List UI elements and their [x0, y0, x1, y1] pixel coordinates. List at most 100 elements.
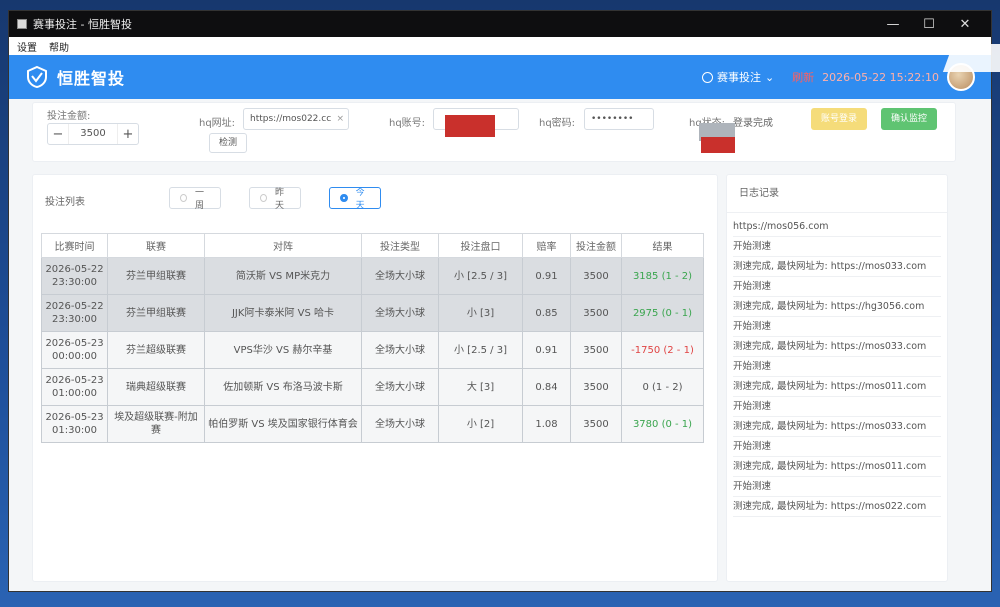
account-label: hq账号: [389, 118, 426, 129]
log-entry: 测速完成, 最快网址为: https://hg3056.com [733, 297, 941, 317]
password-label: hq密码: [539, 118, 576, 129]
cell-type: 全场大小球 [361, 405, 439, 443]
cell-amount: 3500 [570, 368, 622, 406]
cell-amount: 3500 [570, 405, 622, 443]
settings-panel: 投注金额: − 3500 + hq网址: https://mos022.cc ×… [32, 102, 956, 162]
app-icon [17, 19, 27, 29]
cell-result: 0 (1 - 2) [621, 368, 704, 406]
menu-help[interactable]: 帮助 [49, 39, 69, 54]
cell-time: 2026-05-23 01:00:00 [41, 368, 108, 406]
minimize-button[interactable]: — [875, 17, 911, 32]
column-header: 比赛时间 [41, 233, 108, 258]
menu-settings[interactable]: 设置 [17, 39, 37, 54]
table-row: 2026-05-23 01:30:00 埃及超级联赛-附加赛 帕伯罗斯 VS 埃及国… [41, 405, 704, 443]
cell-result: 3185 (1 - 2) [621, 257, 704, 295]
cell-match: 帕伯罗斯 VS 埃及国家银行体育会 [204, 405, 362, 443]
check-button[interactable]: 检测 [209, 133, 247, 153]
list-title: 投注列表 [45, 197, 85, 208]
login-button[interactable]: 账号登录 [811, 108, 867, 130]
log-entry: 开始测速 [733, 397, 941, 417]
log-entry: 测速完成, 最快网址为: https://mos011.com [733, 377, 941, 397]
password-input[interactable]: •••••••• [584, 108, 654, 130]
cell-match: JJK阿卡泰米阿 VS 哈卡 [204, 294, 362, 332]
table-row: 2026-05-22 23:30:00 芬兰甲组联赛 简沃斯 VS MP米克力 全场大… [41, 257, 704, 295]
redaction-mark [701, 137, 735, 153]
user-icon [701, 71, 713, 83]
cell-league: 芬兰超级联赛 [107, 331, 205, 369]
log-panel: 日志记录 https://mos056.com 开始测速 测速完成, 最快网址为: … [726, 174, 948, 582]
cell-handicap: 小 [2.5 / 3] [438, 257, 523, 295]
cell-handicap: 大 [3] [438, 368, 523, 406]
cell-type: 全场大小球 [361, 257, 439, 295]
app-header: 恒胜智投 赛事投注 ⌄ 刷新 2026-05-22 15:22:10 [9, 55, 991, 99]
filter-today[interactable]: 今天 [329, 187, 381, 211]
log-entry: 开始测速 [733, 357, 941, 377]
radio-icon [260, 194, 267, 202]
amount-label: 投注金额: [47, 111, 91, 122]
maximize-button[interactable]: ☐ [911, 17, 947, 32]
cell-handicap: 小 [2.5 / 3] [438, 331, 523, 369]
table-row: 2026-05-23 00:00:00 芬兰超级联赛 VPS华沙 VS 赫尔辛基 全场… [41, 331, 704, 369]
redaction-mark [445, 115, 495, 137]
filter-week[interactable]: 一周 [169, 187, 221, 211]
password-value: •••••••• [591, 114, 634, 124]
cell-match: 简沃斯 VS MP米克力 [204, 257, 362, 295]
cell-odds: 0.91 [522, 331, 571, 369]
table-header-row: 比赛时间 联赛 对阵 投注类型 投注盘口 赔率 投注金额 结果 [41, 233, 704, 258]
table-row: 2026-05-23 01:00:00 瑞典超级联赛 佐加顿斯 VS 布洛马波卡斯全… [41, 368, 704, 406]
radio-icon [180, 194, 187, 202]
clear-icon[interactable]: × [336, 109, 344, 129]
menu-bar: 设置 帮助 [9, 37, 991, 55]
column-header: 投注类型 [361, 233, 439, 258]
cell-amount: 3500 [570, 257, 622, 295]
cell-odds: 1.08 [522, 405, 571, 443]
log-entry: 测速完成, 最快网址为: https://mos033.com [733, 257, 941, 277]
window-title: 赛事投注 - 恒胜智投 [33, 18, 132, 31]
cell-amount: 3500 [570, 331, 622, 369]
cell-type: 全场大小球 [361, 331, 439, 369]
cell-time: 2026-05-23 00:00:00 [41, 331, 108, 369]
cell-match: VPS华沙 VS 赫尔辛基 [204, 331, 362, 369]
log-entry: 开始测速 [733, 237, 941, 257]
log-entry: 测速完成, 最快网址为: https://mos022.com [733, 497, 941, 517]
minus-button[interactable]: − [48, 127, 68, 142]
start-monitor-button[interactable]: 确认监控 [881, 108, 937, 130]
url-value: https://mos022.cc [250, 114, 332, 124]
amount-input[interactable]: 3500 [68, 124, 118, 144]
log-entry: 开始测速 [733, 437, 941, 457]
cell-league: 芬兰甲组联赛 [107, 294, 205, 332]
column-header: 赔率 [522, 233, 571, 258]
cell-odds: 0.85 [522, 294, 571, 332]
cell-match: 佐加顿斯 VS 布洛马波卡斯 [204, 368, 362, 406]
column-header: 结果 [621, 233, 704, 258]
cell-result: 2975 (0 - 1) [621, 294, 704, 332]
url-input[interactable]: https://mos022.cc × [243, 108, 349, 130]
cell-league: 芬兰甲组联赛 [107, 257, 205, 295]
logo-text: 恒胜智投 [57, 69, 126, 88]
close-button[interactable]: ✕ [947, 17, 983, 32]
column-header: 投注盘口 [438, 233, 523, 258]
table-row: 2026-05-22 23:30:00 芬兰甲组联赛 JJK阿卡泰米阿 VS 哈卡全… [41, 294, 704, 332]
cell-amount: 3500 [570, 294, 622, 332]
cell-odds: 0.84 [522, 368, 571, 406]
cell-league: 埃及超级联赛-附加赛 [107, 405, 205, 443]
cell-time: 2026-05-22 23:30:00 [41, 257, 108, 295]
shield-check-icon [27, 65, 47, 89]
bets-table: 比赛时间 联赛 对阵 投注类型 投注盘口 赔率 投注金额 结果 2026-05-22 23:3… [41, 233, 704, 443]
cell-odds: 0.91 [522, 257, 571, 295]
filter-yesterday[interactable]: 昨天 [249, 187, 301, 211]
app-logo: 恒胜智投 [25, 65, 125, 89]
log-entry: 测速完成, 最快网址为: https://mos033.com [733, 417, 941, 437]
cell-type: 全场大小球 [361, 294, 439, 332]
title-bar: 赛事投注 - 恒胜智投 — ☐ ✕ [9, 11, 991, 37]
refresh-link[interactable]: 刷新 [792, 69, 814, 85]
log-entry: https://mos056.com [733, 217, 941, 237]
radio-icon [340, 194, 348, 202]
log-list: https://mos056.com 开始测速 测速完成, 最快网址为: https… [727, 213, 947, 517]
header-right: 赛事投注 ⌄ 刷新 2026-05-22 15:22:10 [701, 63, 975, 91]
plus-button[interactable]: + [118, 127, 138, 142]
user-menu[interactable]: 赛事投注 ⌄ [701, 69, 774, 85]
filter-label: 一周 [195, 188, 205, 211]
column-header: 投注金额 [570, 233, 622, 258]
log-entry: 开始测速 [733, 317, 941, 337]
